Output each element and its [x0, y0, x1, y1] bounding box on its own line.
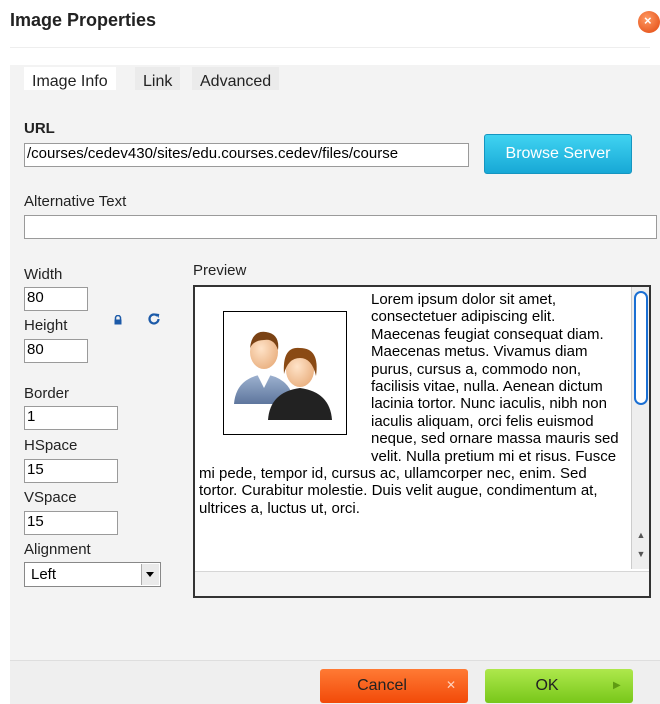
chevron-down-icon[interactable]: [141, 564, 159, 585]
preview-label: Preview: [193, 262, 247, 279]
preview-content: Lorem ipsum dolor sit amet, consectetuer…: [195, 287, 631, 571]
url-label: URL: [24, 120, 55, 137]
alignment-select[interactable]: Left: [24, 562, 161, 587]
height-input[interactable]: 80: [24, 339, 88, 363]
horizontal-scrollbar[interactable]: [195, 571, 649, 596]
height-label: Height: [24, 317, 68, 334]
x-icon: ✕: [446, 678, 457, 692]
alignment-value: Left: [31, 566, 57, 583]
ok-label: OK: [535, 677, 559, 694]
cancel-button[interactable]: Cancel ✕: [320, 669, 468, 703]
alt-text-label: Alternative Text: [24, 193, 127, 210]
border-label: Border: [24, 385, 70, 402]
vspace-input[interactable]: 15: [24, 511, 118, 535]
users-icon: [234, 331, 332, 420]
border-input[interactable]: 1: [24, 406, 118, 430]
browse-server-button[interactable]: Browse Server: [484, 134, 632, 174]
scroll-down-icon[interactable]: ▼: [632, 546, 649, 562]
alt-text-input[interactable]: [24, 215, 657, 239]
hspace-label: HSpace: [24, 437, 78, 454]
users-image: [223, 311, 347, 435]
close-icon[interactable]: ×: [638, 11, 660, 33]
url-input[interactable]: /courses/cedev430/sites/edu.courses.cede…: [24, 143, 469, 167]
scrollbar-thumb[interactable]: [634, 291, 648, 405]
play-triangle-icon: ▶: [613, 680, 621, 691]
cancel-label: Cancel: [357, 677, 407, 694]
ok-button[interactable]: OK ▶: [485, 669, 633, 703]
title-divider: [10, 47, 650, 48]
width-label: Width: [24, 266, 63, 283]
vspace-label: VSpace: [24, 489, 77, 506]
preview-box: Lorem ipsum dolor sit amet, consectetuer…: [193, 285, 651, 598]
lock-icon[interactable]: [113, 315, 123, 325]
scroll-up-icon[interactable]: ▲: [632, 527, 649, 543]
hspace-input[interactable]: 15: [24, 459, 118, 483]
vertical-scrollbar[interactable]: ▲ ▼: [631, 287, 649, 569]
width-input[interactable]: 80: [24, 287, 88, 311]
dialog-title: Image Properties: [10, 10, 157, 30]
alignment-label: Alignment: [24, 541, 91, 558]
reset-size-icon[interactable]: [147, 312, 161, 326]
